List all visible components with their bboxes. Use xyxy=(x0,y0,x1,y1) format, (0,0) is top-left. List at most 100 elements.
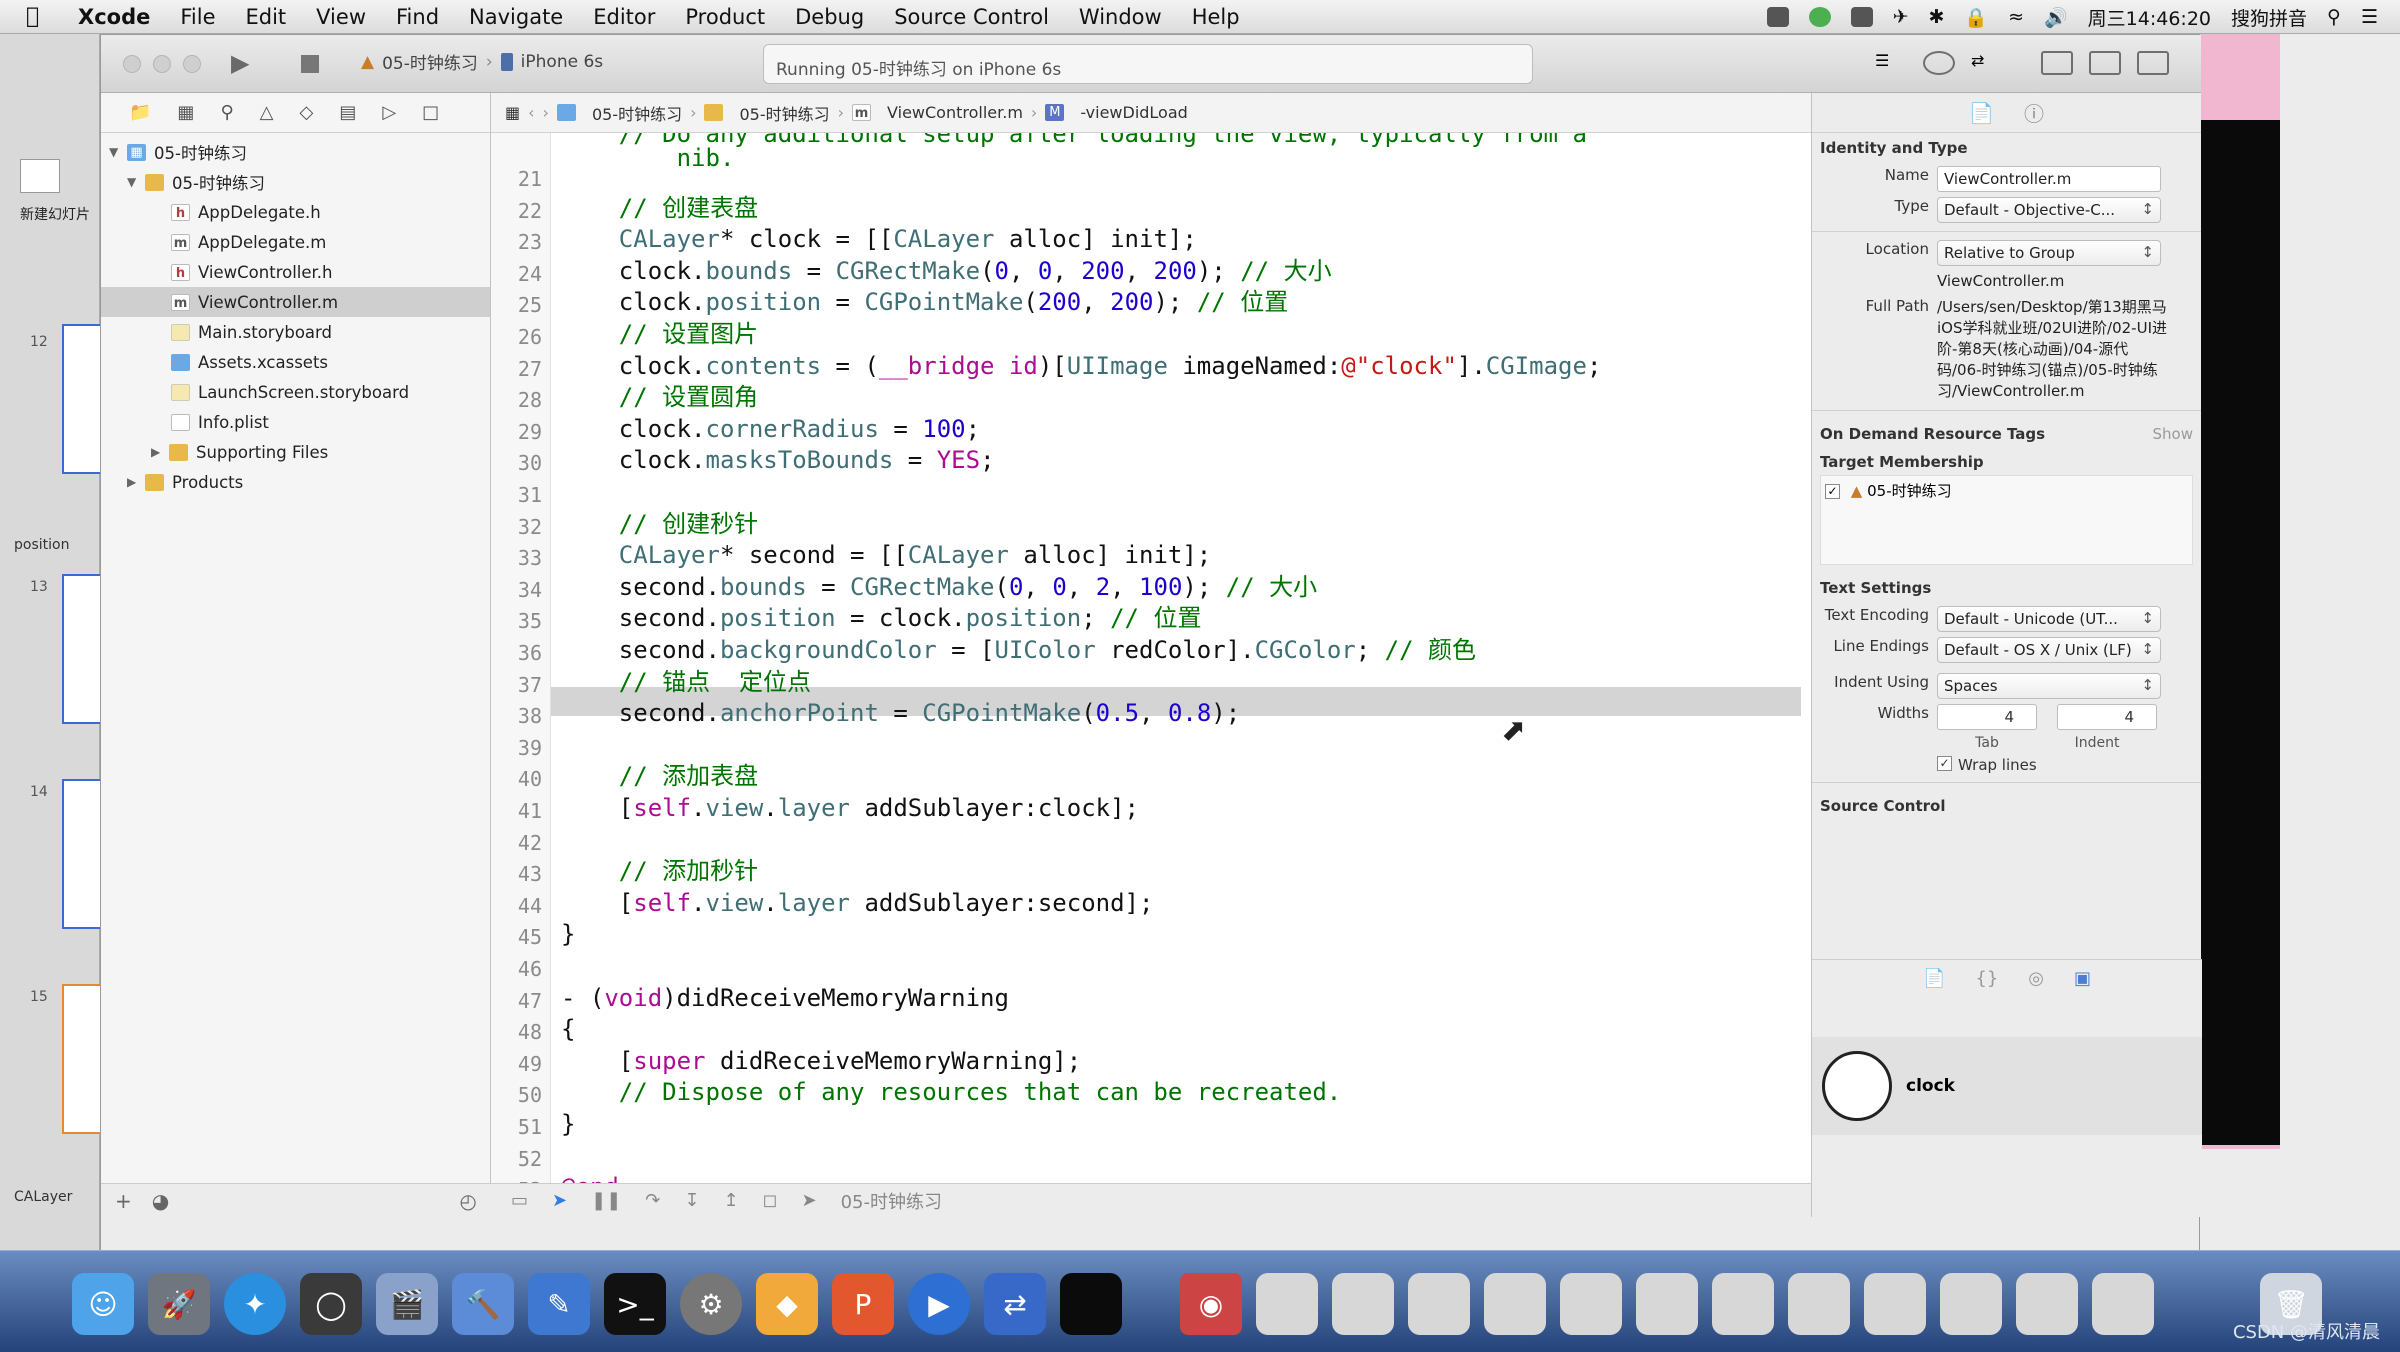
launchpad-icon[interactable]: 🚀 xyxy=(148,1273,210,1335)
airplane-icon[interactable]: ✈ xyxy=(1893,6,1909,28)
menu-navigate[interactable]: Navigate xyxy=(469,5,563,29)
issue-icon[interactable]: △ xyxy=(260,102,274,123)
slide-thumbnail[interactable] xyxy=(62,574,102,724)
menu-debug[interactable]: Debug xyxy=(795,5,864,29)
jump-crumb[interactable]: -viewDidLoad xyxy=(1080,103,1188,122)
teamviewer-icon[interactable]: ⇄ xyxy=(984,1273,1046,1335)
menu-help[interactable]: Help xyxy=(1192,5,1240,29)
tree-file[interactable]: Assets.xcassets xyxy=(101,347,490,377)
menu-product[interactable]: Product xyxy=(685,5,765,29)
pause-icon[interactable]: ❚❚ xyxy=(591,1190,621,1211)
version-editor-icon[interactable]: ⇄ xyxy=(1971,51,2003,75)
slide-thumbnail[interactable] xyxy=(62,324,102,474)
disclosure-icon[interactable]: ▶ xyxy=(127,475,145,489)
jump-crumb[interactable]: 05-时钟练习 xyxy=(592,101,682,125)
tree-file[interactable]: Main.storyboard xyxy=(101,317,490,347)
back-icon[interactable]: ‹ xyxy=(528,103,534,122)
jump-crumb[interactable]: 05-时钟练习 xyxy=(739,101,829,125)
jump-crumb[interactable]: ViewController.m xyxy=(887,103,1023,122)
assistant-editor-icon[interactable] xyxy=(1923,51,1955,75)
terminal-icon[interactable]: >_ xyxy=(604,1273,666,1335)
minimized-window-icon[interactable] xyxy=(1864,1273,1926,1335)
minimized-window-icon[interactable] xyxy=(2092,1273,2154,1335)
object-library-icon[interactable]: ◎ xyxy=(2028,968,2044,989)
tree-file[interactable]: m AppDelegate.m xyxy=(101,227,490,257)
test-icon[interactable]: ◇ xyxy=(299,102,313,123)
spotlight-icon[interactable]: ⚲ xyxy=(2327,6,2341,28)
minimized-window-icon[interactable] xyxy=(1636,1273,1698,1335)
add-icon[interactable]: + xyxy=(115,1189,132,1213)
toggle-navigator-icon[interactable] xyxy=(2041,51,2073,75)
lock-icon[interactable]: 🔒 xyxy=(1964,6,1988,29)
minimized-window-icon[interactable] xyxy=(2016,1273,2078,1335)
minimized-window-icon[interactable] xyxy=(1788,1273,1850,1335)
file-inspector-icon[interactable]: 📄 xyxy=(1969,101,1994,125)
disclosure-icon[interactable]: ▼ xyxy=(127,175,145,189)
bluetooth-icon[interactable]: ✱ xyxy=(1928,6,1944,28)
quicktime-icon[interactable]: ▶ xyxy=(908,1273,970,1335)
tree-project[interactable]: ▼ ▦ 05-时钟练习 xyxy=(101,137,490,167)
media-library-icon[interactable]: ▣ xyxy=(2074,968,2091,989)
tree-file[interactable]: LaunchScreen.storyboard xyxy=(101,377,490,407)
name-field[interactable]: ViewController.m xyxy=(1937,166,2161,192)
step-in-icon[interactable]: ↧ xyxy=(684,1190,699,1211)
keynote-icon[interactable]: 🎬 xyxy=(376,1273,438,1335)
toggle-utilities-icon[interactable] xyxy=(2137,51,2169,75)
safari-icon[interactable]: ✦ xyxy=(224,1273,286,1335)
minimize-window-button[interactable] xyxy=(153,55,171,73)
pages-icon[interactable]: ✎ xyxy=(528,1273,590,1335)
report-icon[interactable]: □ xyxy=(422,102,439,123)
status-app-icon[interactable] xyxy=(1766,7,1789,27)
encoding-select[interactable]: Default - Unicode (UT... xyxy=(1937,606,2161,632)
line-endings-select[interactable]: Default - OS X / Unix (LF) xyxy=(1937,637,2161,663)
slide-thumbnail[interactable] xyxy=(62,984,102,1134)
notification-icon[interactable]: ☰ xyxy=(2361,6,2378,28)
view-debug-icon[interactable]: ◻ xyxy=(763,1190,778,1211)
file-template-icon[interactable]: 📄 xyxy=(1923,968,1945,989)
recent-icon[interactable]: ◕ xyxy=(152,1189,169,1213)
zoom-window-button[interactable] xyxy=(183,55,201,73)
hide-debug-icon[interactable]: ▭ xyxy=(511,1190,528,1211)
powerpoint-icon[interactable]: P xyxy=(832,1273,894,1335)
new-slide-icon[interactable] xyxy=(20,159,60,193)
symbol-icon[interactable]: ▦ xyxy=(177,102,194,123)
menu-app[interactable]: Xcode xyxy=(78,5,150,29)
step-over-icon[interactable]: ↷ xyxy=(645,1190,660,1211)
menu-file[interactable]: File xyxy=(180,5,215,29)
tree-group[interactable]: ▶ Products xyxy=(101,467,490,497)
tree-file[interactable]: h AppDelegate.h xyxy=(101,197,490,227)
menu-source-control[interactable]: Source Control xyxy=(894,5,1049,29)
location-icon[interactable]: ➤ xyxy=(802,1190,817,1211)
indent-width-stepper[interactable]: 4 xyxy=(2057,704,2157,730)
minimized-window-icon[interactable] xyxy=(1712,1273,1774,1335)
menu-view[interactable]: View xyxy=(316,5,366,29)
status-wechat-icon[interactable] xyxy=(1808,7,1831,27)
tree-file[interactable]: Info.plist xyxy=(101,407,490,437)
scheme-selector[interactable]: ▲ 05-时钟练习 › iPhone 6s xyxy=(361,49,603,75)
on-demand-show-button[interactable]: Show xyxy=(2153,425,2193,443)
folder-icon[interactable]: 📁 xyxy=(129,102,151,123)
minimized-window-icon[interactable] xyxy=(1332,1273,1394,1335)
standard-editor-icon[interactable]: ☰ xyxy=(1875,51,1907,75)
type-select[interactable]: Default - Objective-C... xyxy=(1937,197,2161,223)
target-checkbox[interactable]: ✓ xyxy=(1825,484,1840,499)
forward-icon[interactable]: › xyxy=(543,103,549,122)
system-preferences-icon[interactable]: ⚙ xyxy=(680,1273,742,1335)
breakpoint-icon[interactable]: ▷ xyxy=(382,102,396,123)
simulator-screen[interactable] xyxy=(2200,120,2280,1145)
quick-help-icon[interactable]: ⓘ xyxy=(2024,98,2044,127)
minimized-window-icon[interactable] xyxy=(1256,1273,1318,1335)
minimized-window-icon[interactable] xyxy=(1484,1273,1546,1335)
code-snippet-icon[interactable]: {} xyxy=(1975,968,1998,989)
debug-icon[interactable]: ▤ xyxy=(339,102,356,123)
step-out-icon[interactable]: ↥ xyxy=(723,1190,738,1211)
wrap-lines-checkbox[interactable]: ✓ xyxy=(1937,756,1952,771)
wifi-icon[interactable]: ≈ xyxy=(2008,6,2024,28)
menu-edit[interactable]: Edit xyxy=(245,5,286,29)
menu-editor[interactable]: Editor xyxy=(593,5,655,29)
location-select[interactable]: Relative to Group xyxy=(1937,240,2161,266)
tree-file-selected[interactable]: m ViewController.m xyxy=(101,287,490,317)
section-label[interactable]: CALayer xyxy=(14,1189,72,1205)
activity-monitor-icon[interactable] xyxy=(1060,1273,1122,1335)
new-slide-label[interactable]: 新建幻灯片 xyxy=(20,204,90,224)
